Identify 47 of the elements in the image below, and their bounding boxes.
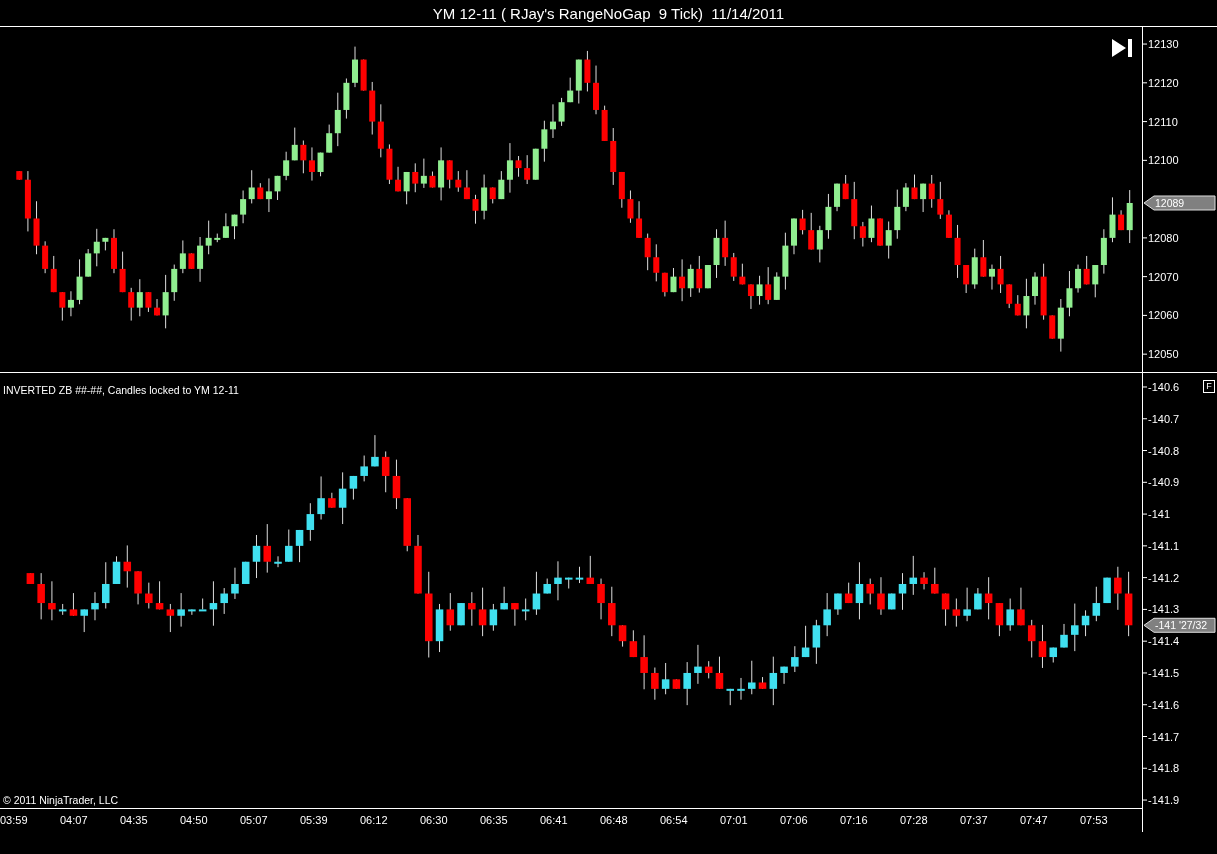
- pane-label: INVERTED ZB ##-##, Candles locked to YM 12-11: [3, 384, 239, 396]
- window-title: YM 12-11 ( RJay's RangeNoGap 9 Tick) 11/14/2011: [432, 4, 785, 22]
- y-axis-label: 12120: [1148, 76, 1179, 89]
- time-label: 07:28: [900, 814, 929, 826]
- y-axis-label: -140.7: [1148, 412, 1180, 425]
- y-axis-label: -141.7: [1148, 730, 1180, 743]
- time-label: 04:50: [180, 814, 209, 826]
- y-axis-label: 12050: [1148, 348, 1179, 361]
- y-axis-label: 12110: [1148, 115, 1178, 128]
- y-axis-label: -141.8: [1148, 762, 1180, 775]
- time-label: 06:12: [360, 814, 389, 826]
- y-axis-label: 12130: [1148, 38, 1179, 51]
- time-label: 06:41: [540, 814, 569, 826]
- price-tag: -141 '27/32: [1143, 617, 1216, 633]
- time-label: 04:35: [120, 814, 149, 826]
- time-label: 07:53: [1080, 814, 1109, 826]
- f-button[interactable]: F: [1203, 380, 1215, 393]
- time-label: 06:54: [660, 814, 689, 826]
- y-axis-label: -140.9: [1148, 476, 1180, 489]
- copyright-text: © 2011 NinjaTrader, LLC: [3, 794, 119, 806]
- time-label: 05:07: [240, 814, 269, 826]
- time-label: 07:06: [780, 814, 809, 826]
- time-label: 06:35: [480, 814, 509, 826]
- y-axis-label: -141.6: [1148, 698, 1180, 711]
- y-axis-label: 12100: [1148, 154, 1179, 167]
- time-label: 06:48: [600, 814, 629, 826]
- y-axis-label: -141.3: [1148, 603, 1180, 616]
- time-label: 03:59: [0, 814, 29, 826]
- y-axis-label: -141.1: [1148, 539, 1180, 552]
- y-axis-label: -141.4: [1148, 635, 1180, 648]
- y-axis-label: -140.8: [1148, 444, 1180, 457]
- time-label: 07:47: [1020, 814, 1049, 826]
- time-label: 05:39: [300, 814, 329, 826]
- y-axis-label: -141.9: [1148, 794, 1180, 807]
- y-axis-label: 12070: [1148, 270, 1179, 283]
- y-axis-label: -141.2: [1148, 571, 1180, 584]
- price-tag: 12089: [1143, 195, 1216, 211]
- y-axis-label: -140.6: [1148, 381, 1180, 393]
- y-axis-label: 12060: [1148, 309, 1179, 322]
- time-label: 06:30: [420, 814, 449, 826]
- y-axis-label: -141: [1148, 508, 1171, 521]
- time-label: 07:01: [720, 814, 749, 826]
- time-label: 04:07: [60, 814, 89, 826]
- time-label: 07:37: [960, 814, 989, 826]
- y-axis-label: -141.5: [1148, 666, 1180, 679]
- time-label: 07:16: [840, 814, 869, 826]
- y-axis-label: 12080: [1148, 231, 1179, 244]
